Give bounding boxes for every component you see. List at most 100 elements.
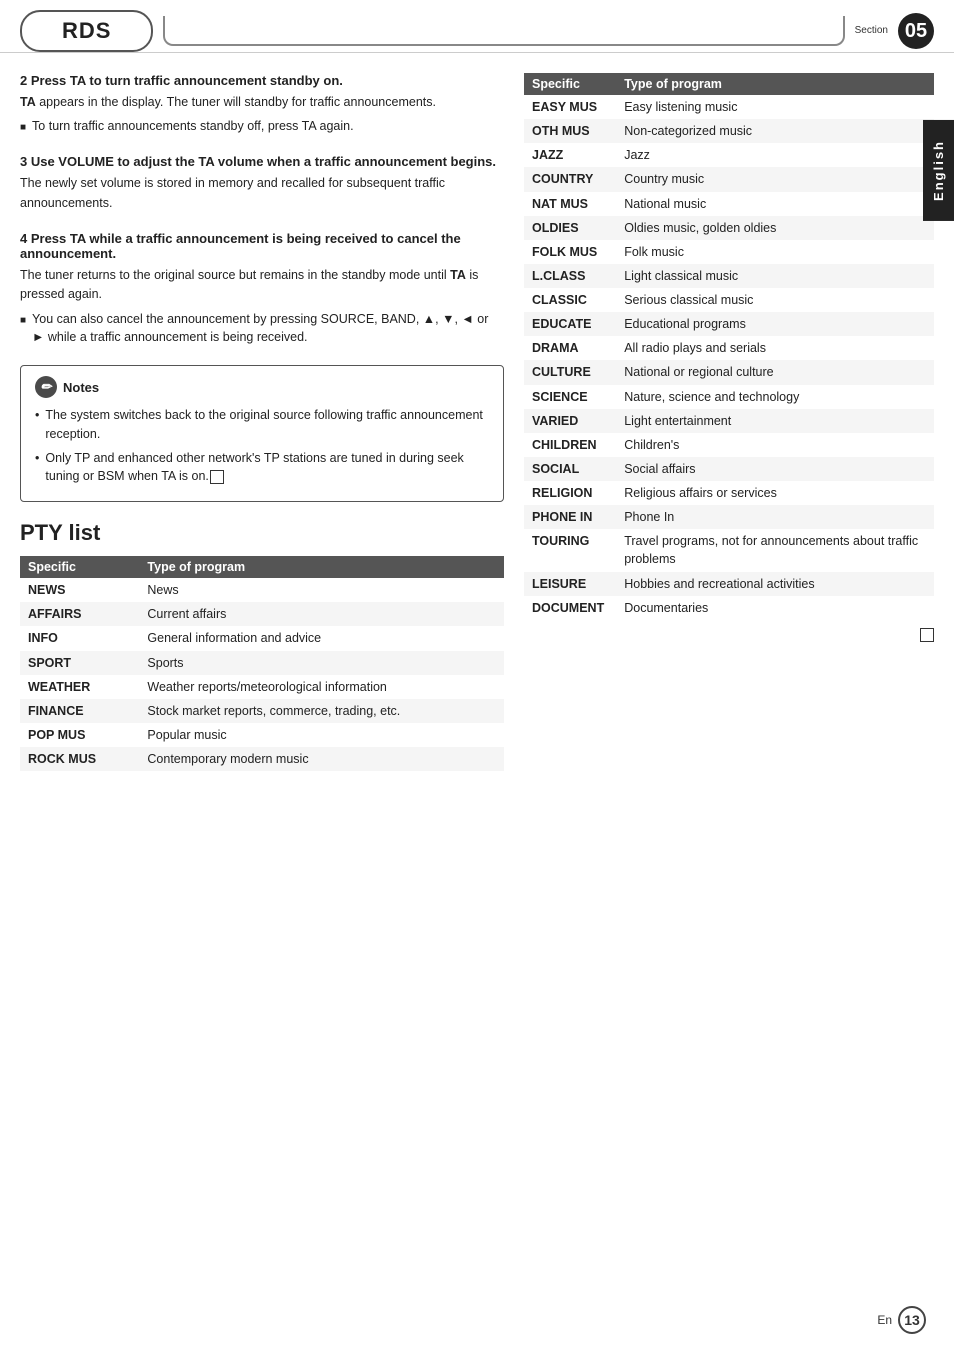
right-table-row: EDUCATEEducational programs (524, 312, 934, 336)
footer: En 13 (877, 1306, 926, 1334)
right-cell-specific: SOCIAL (524, 457, 616, 481)
right-cell-specific: RELIGION (524, 481, 616, 505)
right-cell-specific: FOLK MUS (524, 240, 616, 264)
pty-cell-specific: AFFAIRS (20, 602, 139, 626)
right-col-type: Type of program (616, 73, 934, 95)
pty-col-type: Type of program (139, 556, 504, 578)
step-4-title: 4 Press TA while a traffic announcement … (20, 231, 504, 261)
right-table-row: FOLK MUSFolk music (524, 240, 934, 264)
pty-cell-specific: INFO (20, 626, 139, 650)
right-cell-type: Non-categorized music (616, 119, 934, 143)
right-cell-type: Easy listening music (616, 95, 934, 119)
bottom-square-icon (920, 628, 934, 642)
pty-cell-specific: POP MUS (20, 723, 139, 747)
right-cell-type: Folk music (616, 240, 934, 264)
pty-cell-type: General information and advice (139, 626, 504, 650)
right-table-row: LEISUREHobbies and recreational activiti… (524, 572, 934, 596)
pty-table-header-row: Specific Type of program (20, 556, 504, 578)
right-cell-type: Religious affairs or services (616, 481, 934, 505)
rds-tab: RDS (20, 10, 153, 52)
right-table-row: DOCUMENTDocumentaries (524, 596, 934, 620)
pty-table-row: SPORTSports (20, 651, 504, 675)
right-cell-type: Educational programs (616, 312, 934, 336)
right-cell-specific: TOURING (524, 529, 616, 571)
right-table: Specific Type of program EASY MUSEasy li… (524, 73, 934, 620)
right-cell-type: Social affairs (616, 457, 934, 481)
header-divider (163, 16, 844, 46)
right-cell-specific: OLDIES (524, 216, 616, 240)
right-table-row: SCIENCENature, science and technology (524, 385, 934, 409)
step-4: 4 Press TA while a traffic announcement … (20, 231, 504, 347)
note-item-1: The system switches back to the original… (35, 406, 489, 444)
right-cell-specific: CHILDREN (524, 433, 616, 457)
right-cell-type: National or regional culture (616, 360, 934, 384)
pty-table-row: INFOGeneral information and advice (20, 626, 504, 650)
pty-cell-type: Current affairs (139, 602, 504, 626)
pty-cell-specific: FINANCE (20, 699, 139, 723)
right-cell-specific: EASY MUS (524, 95, 616, 119)
step-2-body: TA appears in the display. The tuner wil… (20, 93, 504, 112)
right-cell-type: All radio plays and serials (616, 336, 934, 360)
pty-col-specific: Specific (20, 556, 139, 578)
right-cell-specific: LEISURE (524, 572, 616, 596)
right-table-row: JAZZJazz (524, 143, 934, 167)
inline-square-icon (210, 470, 224, 484)
right-table-row: NAT MUSNational music (524, 192, 934, 216)
right-cell-type: Serious classical music (616, 288, 934, 312)
pty-table-row: POP MUSPopular music (20, 723, 504, 747)
right-table-row: PHONE INPhone In (524, 505, 934, 529)
pty-cell-specific: ROCK MUS (20, 747, 139, 771)
footer-page-num: 13 (898, 1306, 926, 1334)
right-cell-specific: NAT MUS (524, 192, 616, 216)
right-table-row: SOCIALSocial affairs (524, 457, 934, 481)
notes-box: ✏ Notes The system switches back to the … (20, 365, 504, 502)
right-table-row: CULTURENational or regional culture (524, 360, 934, 384)
right-cell-type: Nature, science and technology (616, 385, 934, 409)
bullet-symbol-2: ■ (20, 313, 26, 348)
english-tab: English (923, 120, 954, 221)
right-column: Specific Type of program EASY MUSEasy li… (524, 73, 934, 771)
right-table-row: TOURINGTravel programs, not for announce… (524, 529, 934, 571)
pty-cell-specific: SPORT (20, 651, 139, 675)
right-table-row: L.CLASSLight classical music (524, 264, 934, 288)
right-cell-type: Country music (616, 167, 934, 191)
right-cell-type: Oldies music, golden oldies (616, 216, 934, 240)
right-table-row: EASY MUSEasy listening music (524, 95, 934, 119)
right-table-row: VARIEDLight entertainment (524, 409, 934, 433)
right-cell-specific: PHONE IN (524, 505, 616, 529)
pty-table-body: NEWSNewsAFFAIRSCurrent affairsINFOGenera… (20, 578, 504, 771)
right-cell-type: Hobbies and recreational activities (616, 572, 934, 596)
pty-cell-type: Popular music (139, 723, 504, 747)
right-cell-type: Travel programs, not for announcements a… (616, 529, 934, 571)
right-table-body: EASY MUSEasy listening musicOTH MUSNon-c… (524, 95, 934, 620)
section-label: Section (855, 25, 888, 37)
right-table-row: OLDIESOldies music, golden oldies (524, 216, 934, 240)
main-content: 2 Press TA to turn traffic announcement … (0, 53, 954, 791)
right-table-row: CHILDRENChildren's (524, 433, 934, 457)
right-table-row: DRAMAAll radio plays and serials (524, 336, 934, 360)
right-cell-specific: SCIENCE (524, 385, 616, 409)
notes-icon: ✏ (35, 376, 57, 398)
pty-cell-type: Stock market reports, commerce, trading,… (139, 699, 504, 723)
pty-table: Specific Type of program NEWSNewsAFFAIRS… (20, 556, 504, 771)
right-cell-type: Children's (616, 433, 934, 457)
right-table-row: RELIGIONReligious affairs or services (524, 481, 934, 505)
step-2: 2 Press TA to turn traffic announcement … (20, 73, 504, 136)
right-cell-type: Documentaries (616, 596, 934, 620)
notes-header: ✏ Notes (35, 376, 489, 398)
pty-table-row: NEWSNews (20, 578, 504, 602)
header-right: Section 05 (855, 13, 934, 49)
page-header: RDS Section 05 (0, 0, 954, 53)
notes-list: The system switches back to the original… (35, 406, 489, 486)
right-cell-specific: CULTURE (524, 360, 616, 384)
right-table-header-row: Specific Type of program (524, 73, 934, 95)
pty-cell-specific: NEWS (20, 578, 139, 602)
pty-table-row: AFFAIRSCurrent affairs (20, 602, 504, 626)
step-4-bullet: ■ You can also cancel the announcement b… (20, 310, 504, 348)
right-cell-type: National music (616, 192, 934, 216)
right-col-specific: Specific (524, 73, 616, 95)
pty-title: PTY list (20, 520, 504, 546)
step-3-body: The newly set volume is stored in memory… (20, 174, 504, 213)
right-cell-specific: COUNTRY (524, 167, 616, 191)
step-2-bullet: ■ To turn traffic announcements standby … (20, 117, 504, 136)
